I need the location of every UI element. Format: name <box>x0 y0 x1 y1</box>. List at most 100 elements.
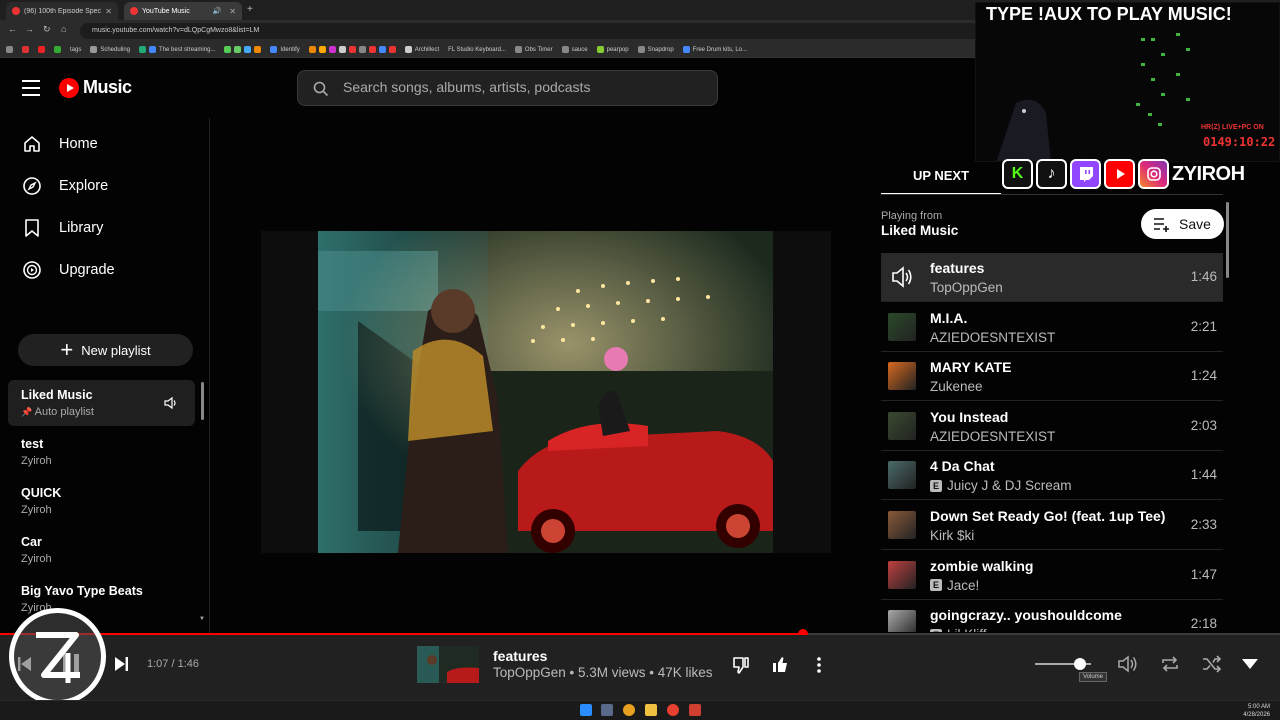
os-taskbar: 5:00 AM 4/28/2026 <box>0 700 1280 720</box>
queue-item-thumbnail[interactable] <box>888 312 916 341</box>
volume-icon[interactable] <box>1117 654 1139 674</box>
sidebar-item-home[interactable]: Home <box>0 124 200 164</box>
sidebar-item-explore[interactable]: Explore <box>0 166 200 206</box>
start-icon[interactable] <box>580 704 592 716</box>
queue-item[interactable]: M.I.A. AZIEDOESNTEXIST 2:21 <box>881 303 1223 352</box>
chrome-active-taskbar-icon[interactable] <box>667 704 679 716</box>
new-tab-button[interactable]: + <box>247 4 253 15</box>
bookmark-pearpop[interactable]: pearpop <box>596 46 629 53</box>
home-browser-icon[interactable]: ⌂ <box>61 24 66 34</box>
close-tab-icon[interactable]: ✕ <box>105 7 112 16</box>
file-explorer-icon[interactable] <box>645 704 657 716</box>
social-links-banner: K ♪ ZYIROH <box>1002 158 1254 190</box>
bookmark-icons-row[interactable] <box>308 46 396 53</box>
tab-up-next[interactable]: UP NEXT <box>881 157 1001 195</box>
reload-icon[interactable]: ↻ <box>43 24 51 35</box>
bookmark-streaming[interactable]: The best streaming... <box>139 46 215 53</box>
bookmark-snapdrop[interactable]: Snapdrop <box>637 46 674 53</box>
upgrade-icon <box>23 261 41 279</box>
bookmark-gmail-icon[interactable] <box>22 46 29 53</box>
bookmark-scheduling[interactable]: Scheduling <box>90 46 130 53</box>
tab-label: YouTube Music <box>142 7 190 15</box>
menu-icon[interactable] <box>22 80 40 96</box>
overlay-headline: TYPE !AUX TO PLAY MUSIC! <box>986 4 1232 24</box>
queue-item[interactable]: goingcrazy.. youshouldcome ELil Kliff 2:18 <box>881 600 1223 633</box>
youtube-music-logo[interactable]: Music <box>59 77 132 98</box>
search-box[interactable] <box>297 70 718 106</box>
bookmark-obs-timer[interactable]: Obs Timer <box>514 46 553 53</box>
expand-player-icon[interactable] <box>1241 657 1259 671</box>
playlist-item-test[interactable]: test Zyiroh <box>8 429 195 475</box>
music-video[interactable] <box>318 231 773 553</box>
scroll-down-icon[interactable]: ▼ <box>199 616 205 622</box>
playlist-item-quick[interactable]: QUICK Zyiroh <box>8 478 195 524</box>
next-icon[interactable] <box>112 655 130 673</box>
back-icon[interactable]: ← <box>8 24 17 34</box>
now-playing-speaker-icon[interactable] <box>888 263 916 291</box>
sidebar-item-label: Upgrade <box>59 262 115 278</box>
forward-icon[interactable]: → <box>25 24 34 34</box>
queue-item-thumbnail[interactable] <box>888 560 916 589</box>
queue-item[interactable]: Down Set Ready Go! (feat. 1up Tee) Kirk $… <box>881 501 1223 550</box>
browser-tab-2[interactable]: YouTube Music 🔊 ✕ <box>124 2 242 20</box>
queue-item[interactable]: zombie walking E Jace! 1:47 <box>881 551 1223 600</box>
playlist-title: QUICK <box>21 486 62 500</box>
live-status-label: HR(Z) LIVE+PC ON <box>1201 124 1264 131</box>
bookmark-fl-studio[interactable]: FL Studio Keyboard... <box>448 47 506 53</box>
queue-scrollbar[interactable] <box>1226 202 1229 278</box>
playing-from-playlist[interactable]: Liked Music <box>881 223 958 238</box>
bookmark-archillect[interactable]: Archillect <box>404 46 439 53</box>
url-field[interactable]: music.youtube.com/watch?v=dLQpCgMwzo8&li… <box>80 23 980 39</box>
queue-item[interactable]: MARY KATE Zukenee 1:24 <box>881 352 1223 402</box>
sidebar-scrollbar[interactable] <box>201 382 204 420</box>
bookmark-kick-icon[interactable] <box>224 46 262 53</box>
obs-taskbar-icon[interactable] <box>689 704 701 716</box>
sidebar-item-upgrade[interactable]: Upgrade <box>0 250 200 290</box>
search-icon <box>313 81 329 97</box>
queue-item-thumbnail[interactable] <box>888 511 916 539</box>
bookmark-youtube-icon[interactable] <box>38 46 45 53</box>
browser-tab-1[interactable]: (96) 100th Episode Special W/ Y... ✕ <box>6 2 118 20</box>
queue-item[interactable]: 4 Da Chat E Juicy J & DJ Scream 1:44 <box>881 451 1223 501</box>
now-playing-thumbnail[interactable] <box>417 646 479 683</box>
playlist-item-car[interactable]: Car Zyiroh <box>8 527 195 573</box>
repeat-icon[interactable] <box>1159 654 1181 674</box>
queue-item-thumbnail[interactable] <box>888 411 916 440</box>
queue-item-artist: TopOppGen <box>930 280 1003 295</box>
queue-item[interactable]: You Instead AZIEDOESNTEXIST 2:03 <box>881 402 1223 451</box>
close-tab-icon[interactable]: ✕ <box>229 7 236 16</box>
task-view-icon[interactable] <box>601 704 613 716</box>
shuffle-icon[interactable] <box>1201 654 1223 674</box>
speaker-icon <box>164 396 176 410</box>
save-queue-button[interactable]: Save <box>1141 209 1224 239</box>
thumbs-up-icon[interactable] <box>770 655 790 675</box>
instagram-icon <box>1138 159 1169 189</box>
queue-item-thumbnail[interactable] <box>888 362 916 391</box>
queue-item[interactable]: features TopOppGen 1:46 <box>881 253 1223 302</box>
search-input[interactable] <box>343 79 703 95</box>
queue-item-thumbnail[interactable] <box>888 610 916 633</box>
bookmark-drum-kits[interactable]: Free Drum kits, Lo... <box>682 46 747 53</box>
kick-icon: K <box>1002 159 1033 189</box>
queue-item-artist: AZIEDOESNTEXIST <box>930 329 1056 345</box>
sidebar-item-library[interactable]: Library <box>0 208 200 248</box>
more-options-icon[interactable] <box>812 655 826 675</box>
volume-slider[interactable] <box>1035 658 1091 670</box>
bookmark-drive-icon[interactable] <box>54 46 61 53</box>
bookmark-sauce[interactable]: sauce <box>561 46 588 53</box>
sidebar-item-label: Library <box>59 220 104 236</box>
new-playlist-button[interactable]: + New playlist <box>18 334 193 366</box>
system-clock[interactable]: 5:00 AM 4/28/2026 <box>1243 703 1270 719</box>
streamer-handle: ZYIROH <box>1172 162 1245 185</box>
bookmark-identify[interactable]: Identify <box>270 46 300 53</box>
apps-icon[interactable] <box>6 46 13 53</box>
queue-item-thumbnail[interactable] <box>888 461 916 490</box>
volume-handle[interactable] <box>1073 658 1086 670</box>
queue-item-artist: Zukenee <box>930 379 983 395</box>
playlist-item-liked-music[interactable]: Liked Music 📌 Auto playlist <box>8 380 195 426</box>
now-playing-title[interactable]: features <box>493 648 547 664</box>
bookmark-tags[interactable]: tags <box>70 47 81 53</box>
explicit-badge-icon: E <box>930 628 942 633</box>
chrome-taskbar-icon[interactable] <box>623 704 635 716</box>
thumbs-down-icon[interactable] <box>731 655 751 675</box>
